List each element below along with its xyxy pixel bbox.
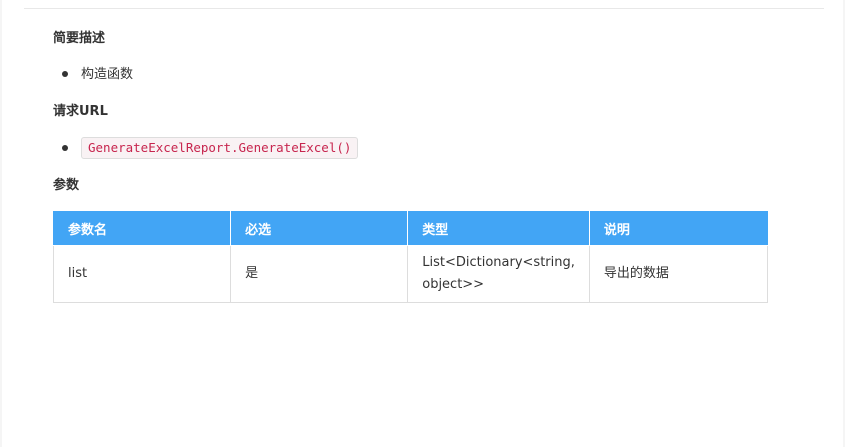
cell-description: 导出的数据 (588, 245, 769, 303)
cell-param-name: list (52, 245, 232, 303)
column-header-param-name: 参数名 (52, 211, 232, 246)
top-divider (24, 8, 824, 9)
summary-item: 构造函数 (81, 67, 134, 82)
params-heading: 参数 (53, 178, 80, 193)
cell-type: List<Dictionary<string, object>> (407, 245, 590, 303)
cell-required: 是 (230, 245, 409, 303)
params-table: 参数名 必选 类型 说明 list 是 List<Dictionary<stri… (52, 211, 769, 303)
request-url-code: GenerateExcelReport.GenerateExcel() (81, 137, 359, 159)
column-header-type: 类型 (407, 211, 590, 246)
request-url-heading: 请求URL (53, 104, 108, 119)
summary-heading: 简要描述 (53, 31, 106, 46)
column-header-description: 说明 (588, 211, 769, 246)
request-url-bullet (62, 145, 68, 151)
column-header-required: 必选 (230, 211, 409, 246)
summary-bullet (62, 71, 68, 77)
doc-panel: 简要描述 构造函数 请求URL GenerateExcelReport.Gene… (2, 0, 843, 447)
table-row: list 是 List<Dictionary<string, object>> … (52, 245, 769, 303)
params-table-header-row: 参数名 必选 类型 说明 (52, 211, 769, 246)
